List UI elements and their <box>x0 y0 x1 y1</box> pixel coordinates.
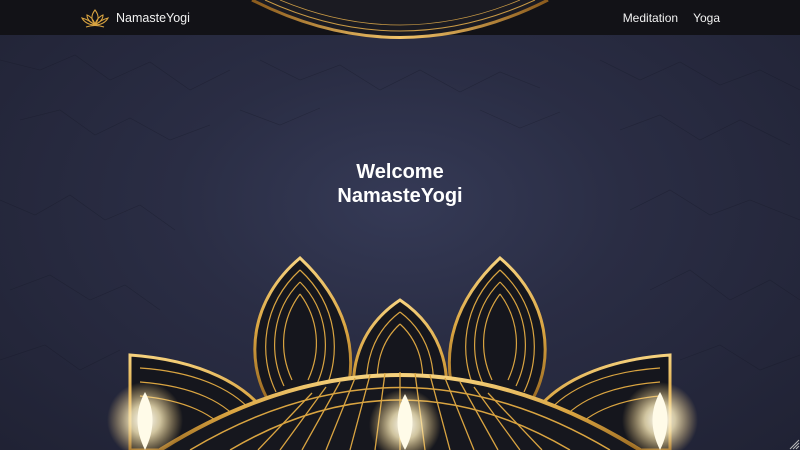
brand-name: NamasteYogi <box>116 11 190 25</box>
hero-title: Welcome NamasteYogi <box>200 160 600 208</box>
brand-link[interactable]: NamasteYogi <box>81 6 190 30</box>
page: NamasteYogi Meditation Yoga Welcome Nama… <box>0 0 800 450</box>
hero-title-line2: NamasteYogi <box>337 185 463 207</box>
nav-links: Meditation Yoga <box>623 0 720 35</box>
nav-link-yoga[interactable]: Yoga <box>693 11 720 25</box>
candle-flame-icon <box>622 382 698 450</box>
resize-grip-icon[interactable] <box>788 438 800 450</box>
candle-flame-icon <box>107 382 183 450</box>
navbar: NamasteYogi Meditation Yoga <box>0 0 800 35</box>
nav-link-meditation[interactable]: Meditation <box>623 11 678 25</box>
hero-title-line1: Welcome <box>356 161 444 183</box>
candle-flame-icon <box>369 389 441 450</box>
lotus-icon <box>81 9 109 28</box>
